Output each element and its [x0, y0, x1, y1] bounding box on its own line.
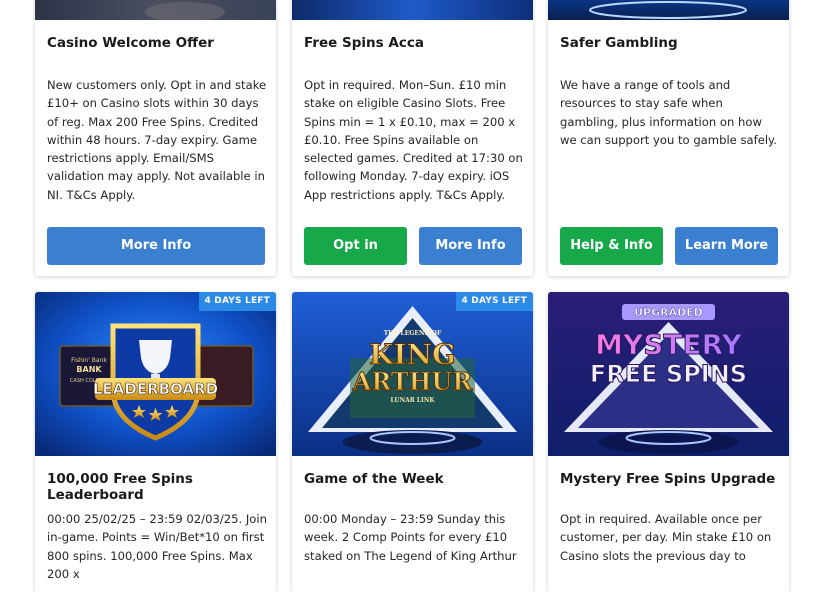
card-description: 00:00 Monday – 23:59 Sunday this week. 2…: [304, 512, 517, 563]
card-title: Free Spins Acca: [304, 35, 424, 51]
king-arthur-promo-image: THE LEGEND OF KING ARTHUR LUNAR LINK: [292, 292, 533, 456]
card-description: New customers only. Opt in and stake £10…: [47, 78, 267, 202]
mystery-free-spins-promo-image: UPGRADED MYSTERY FREE SPINS: [548, 292, 789, 456]
leaderboard-promo-image: LEADERBOARD Fishin' Bank BANK CASH COLLE…: [35, 292, 276, 456]
promo-card-free-spins-acca: Free Spins Acca Opt in required. Mon–Sun…: [292, 0, 533, 276]
art-line2: FREE SPINS: [590, 360, 747, 388]
card-description: 00:00 25/02/25 – 23:59 02/03/25. Join in…: [47, 512, 267, 581]
card-description: Opt in required. Available once per cust…: [560, 512, 772, 563]
art-bank-line3: CASH COLLECT: [70, 378, 109, 384]
card-title: Mystery Free Spins Upgrade: [560, 471, 776, 487]
card-title: Casino Welcome Offer: [47, 35, 214, 51]
promo-card-safer-gambling: Safer Gambling We have a range of tools …: [548, 0, 789, 276]
days-left-badge: 4 DAYS LEFT: [455, 292, 533, 311]
promo-card-mystery-free-spins[interactable]: UPGRADED MYSTERY FREE SPINS Mystery Free…: [548, 292, 789, 592]
promo-image: [292, 0, 533, 20]
art-line1: MYSTERY: [595, 328, 743, 361]
opt-in-button[interactable]: Opt in: [304, 227, 407, 265]
promo-card-game-of-the-week[interactable]: THE LEGEND OF KING ARTHUR LUNAR LINK 4 D…: [292, 292, 533, 592]
card-title: Game of the Week: [304, 471, 444, 487]
promo-card-leaderboard[interactable]: LEADERBOARD Fishin' Bank BANK CASH COLLE…: [35, 292, 276, 592]
promo-card-casino-welcome: Casino Welcome Offer New customers only.…: [35, 0, 276, 276]
more-info-button[interactable]: More Info: [419, 227, 522, 265]
promo-image: [548, 0, 789, 20]
card-description: We have a range of tools and resources t…: [560, 78, 777, 147]
help-info-button[interactable]: Help & Info: [560, 227, 663, 265]
days-left-badge: 4 DAYS LEFT: [198, 292, 276, 311]
art-label: LEADERBOARD: [93, 380, 218, 398]
art-bank-line2: BANK: [76, 365, 102, 374]
art-tag: UPGRADED: [634, 306, 703, 319]
card-description: Opt in required. Mon–Sun. £10 min stake …: [304, 78, 523, 202]
card-title: Safer Gambling: [560, 35, 678, 51]
more-info-button[interactable]: More Info: [47, 227, 265, 265]
card-title: 100,000 Free Spins Leaderboard: [47, 471, 193, 503]
art-bank-line1: Fishin' Bank: [71, 357, 107, 364]
art-line2: ARTHUR: [352, 367, 474, 396]
promo-image: [35, 0, 276, 20]
art-sub: LUNAR LINK: [390, 397, 435, 404]
art-small-title: THE LEGEND OF: [384, 330, 442, 337]
learn-more-button[interactable]: Learn More: [675, 227, 778, 265]
